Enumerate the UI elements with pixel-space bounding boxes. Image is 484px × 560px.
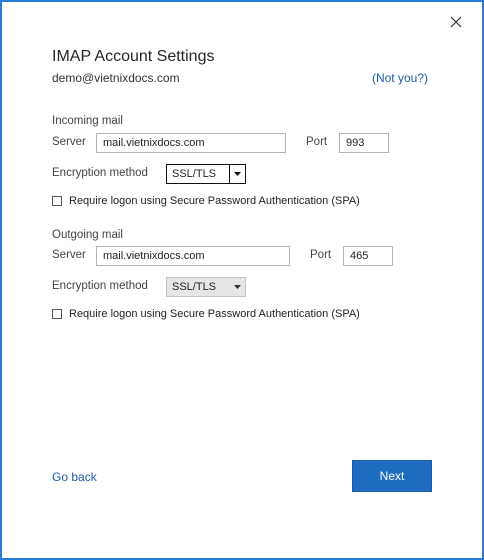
incoming-port-label: Port <box>306 136 328 148</box>
imap-settings-dialog: IMAP Account Settings demo@vietnixdocs.c… <box>0 0 484 560</box>
account-email: demo@vietnixdocs.com <box>52 71 180 85</box>
outgoing-server-label: Server <box>52 249 86 261</box>
incoming-mail-heading: Incoming mail <box>52 115 123 127</box>
chevron-down-icon <box>233 285 241 289</box>
outgoing-encryption-arrow[interactable] <box>229 278 245 296</box>
close-button[interactable] <box>444 10 468 34</box>
chevron-down-icon <box>234 172 241 176</box>
outgoing-port-label: Port <box>310 249 332 261</box>
outgoing-encryption-select[interactable]: SSL/TLS <box>166 277 246 297</box>
outgoing-spa-checkbox[interactable] <box>52 309 62 319</box>
incoming-encryption-label: Encryption method <box>52 167 148 179</box>
incoming-encryption-select[interactable]: SSL/TLS <box>166 164 246 184</box>
incoming-server-input[interactable]: mail.vietnixdocs.com <box>96 133 286 153</box>
outgoing-port-input[interactable]: 465 <box>343 246 393 266</box>
outgoing-encryption-value: SSL/TLS <box>172 281 217 293</box>
outgoing-spa-row[interactable]: Require logon using Secure Password Auth… <box>52 308 360 320</box>
outgoing-server-input[interactable]: mail.vietnixdocs.com <box>96 246 290 266</box>
incoming-spa-checkbox[interactable] <box>52 196 62 206</box>
incoming-encryption-value: SSL/TLS <box>172 168 217 180</box>
incoming-spa-label: Require logon using Secure Password Auth… <box>69 195 360 207</box>
dialog-title: IMAP Account Settings <box>52 48 215 65</box>
close-icon <box>450 16 462 28</box>
incoming-port-input[interactable]: 993 <box>339 133 389 153</box>
go-back-link[interactable]: Go back <box>52 470 97 484</box>
next-button[interactable]: Next <box>352 460 432 492</box>
incoming-server-label: Server <box>52 136 86 148</box>
incoming-spa-row[interactable]: Require logon using Secure Password Auth… <box>52 195 360 207</box>
incoming-encryption-arrow[interactable] <box>229 165 245 183</box>
outgoing-mail-heading: Outgoing mail <box>52 229 123 241</box>
outgoing-encryption-label: Encryption method <box>52 280 148 292</box>
outgoing-spa-label: Require logon using Secure Password Auth… <box>69 308 360 320</box>
not-you-link[interactable]: (Not you?) <box>372 71 428 85</box>
